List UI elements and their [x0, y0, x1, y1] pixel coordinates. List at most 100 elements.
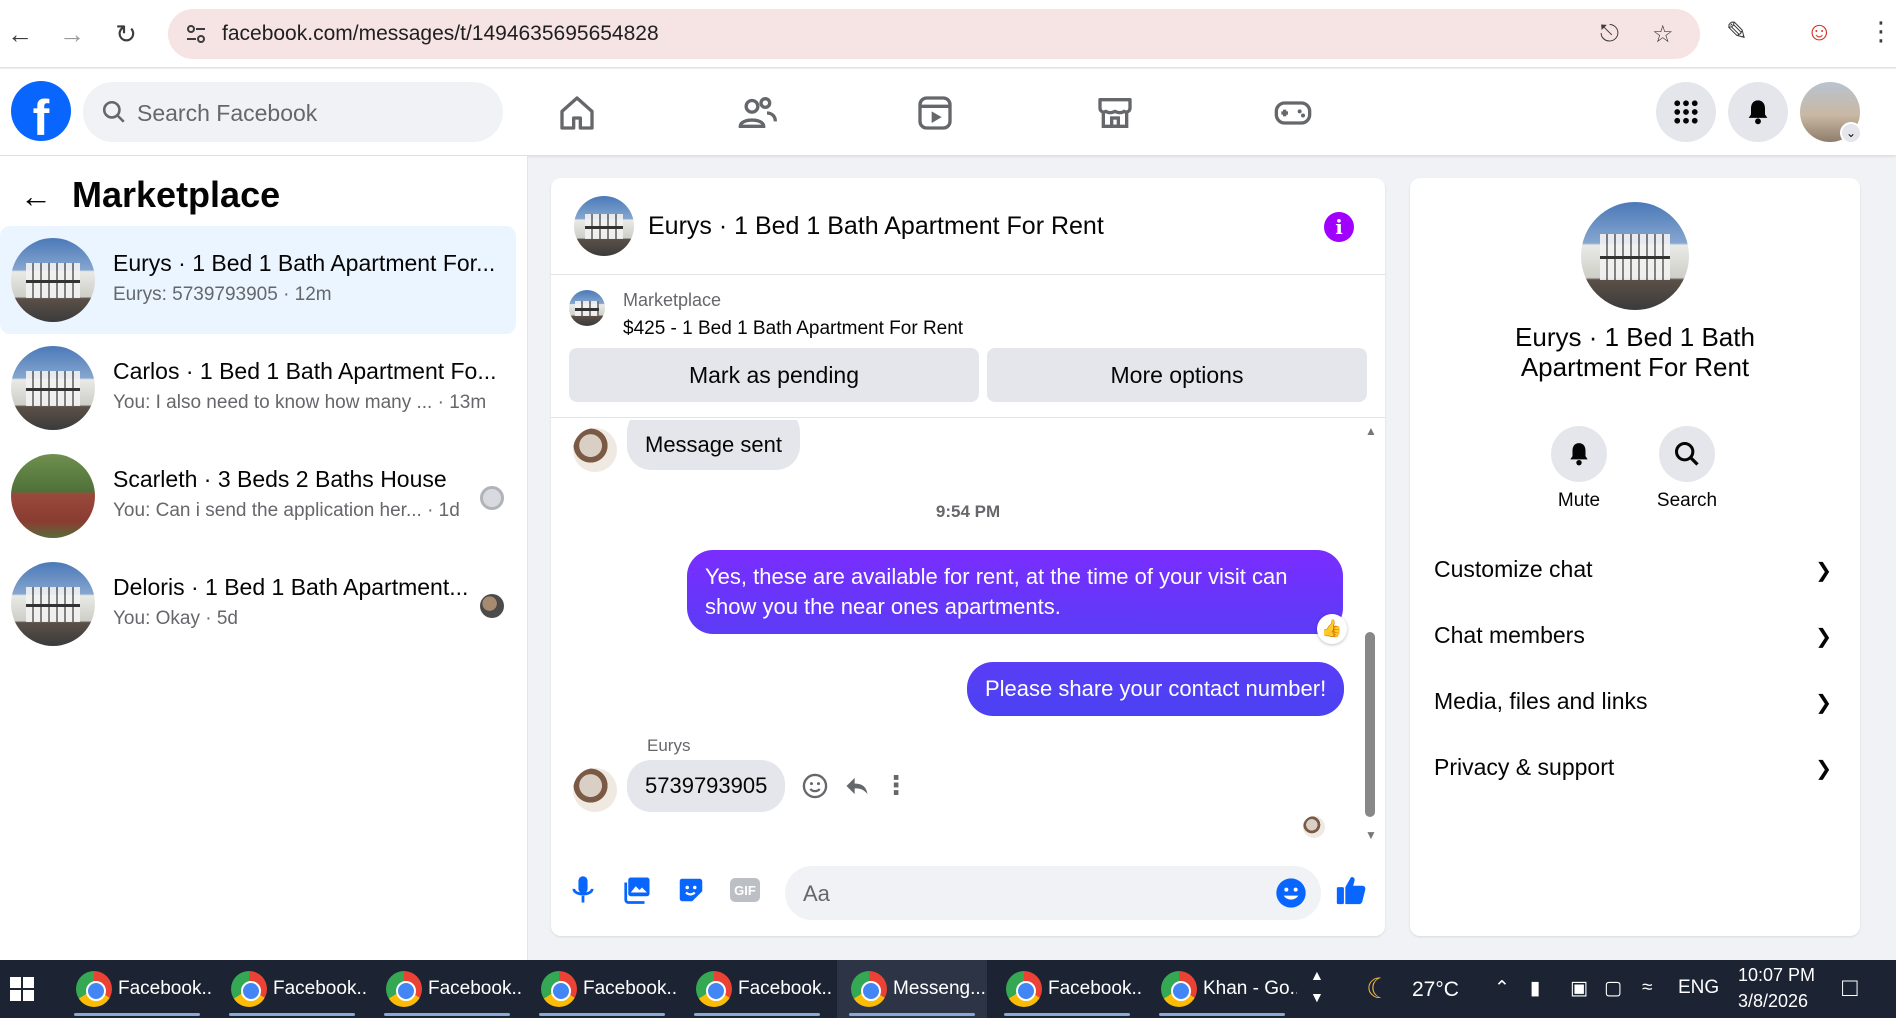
mute-button[interactable]: Mute: [1529, 426, 1629, 512]
conversation-item-deloris[interactable]: Deloris · 1 Bed 1 Bath Apartment... You:…: [0, 550, 516, 658]
back-icon[interactable]: ←: [0, 14, 40, 54]
chrome-icon: [76, 971, 112, 1007]
extensions-icon[interactable]: ✎: [1726, 16, 1748, 47]
taskbar-item-3[interactable]: Facebook...: [372, 960, 522, 1018]
taskbar-item-4[interactable]: Facebook...: [527, 960, 677, 1018]
more-actions-icon[interactable]: ⋮: [883, 770, 909, 801]
back-arrow-icon[interactable]: ←: [20, 178, 52, 215]
conversation-item-scarleth[interactable]: Scarleth · 3 Beds 2 Baths House You: Can…: [0, 442, 516, 550]
media-files-links-section[interactable]: Media, files and links ❯: [1434, 688, 1846, 728]
reload-icon[interactable]: ↻: [106, 14, 146, 54]
conversation-item-carlos[interactable]: Carlos · 1 Bed 1 Bath Apartment Fo... Yo…: [0, 334, 516, 442]
chat-title[interactable]: Eurys · 1 Bed 1 Bath Apartment For Rent: [648, 212, 1104, 241]
bookmark-star-icon[interactable]: ☆: [1652, 20, 1674, 49]
sticker-icon[interactable]: [673, 872, 709, 908]
read-receipt-avatar: [1303, 816, 1325, 838]
search-in-chat-button[interactable]: Search: [1637, 426, 1737, 512]
listing-thumbnail[interactable]: [569, 290, 605, 326]
taskbar-item-8[interactable]: Khan - Go...: [1147, 960, 1297, 1018]
language-indicator[interactable]: ENG: [1678, 977, 1719, 999]
facebook-search-input[interactable]: Search Facebook: [83, 82, 503, 142]
reply-icon[interactable]: [843, 772, 871, 800]
chat-header: Eurys · 1 Bed 1 Bath Apartment For Rent …: [551, 178, 1385, 275]
section-label: Media, files and links: [1434, 688, 1648, 714]
taskbar-item-2[interactable]: Facebook...: [217, 960, 367, 1018]
conversation-snippet: You: I also need to know how many ... · …: [113, 392, 487, 413]
facebook-logo-icon[interactable]: f: [11, 81, 71, 141]
menu-dots-icon[interactable]: ⋮: [1868, 16, 1894, 47]
taskbar-item-6[interactable]: Messeng...: [837, 960, 987, 1018]
chevron-down-icon: ❯: [1815, 560, 1832, 582]
menu-grid-icon[interactable]: [1656, 82, 1716, 142]
clock-time[interactable]: 10:07 PM: [1738, 965, 1815, 986]
mute-label: Mute: [1557, 490, 1601, 511]
account-avatar[interactable]: ⌄: [1800, 82, 1862, 144]
gaming-icon[interactable]: [1271, 91, 1315, 135]
address-bar[interactable]: facebook.com/messages/t/1494635695654828…: [168, 9, 1700, 59]
info-icon[interactable]: i: [1324, 212, 1354, 242]
url-text: facebook.com/messages/t/1494635695654828: [222, 22, 659, 45]
thumbs-up-reaction-icon[interactable]: 👍: [1317, 614, 1347, 644]
conversation-snippet: You: Can i send the application her... ·…: [113, 500, 460, 521]
scrollbar-thumb[interactable]: [1365, 632, 1375, 817]
conversation-avatar: [11, 346, 95, 430]
video-icon[interactable]: [913, 91, 957, 135]
like-thumbs-up-icon[interactable]: [1333, 872, 1369, 908]
home-icon[interactable]: [555, 91, 599, 135]
message-input-placeholder: Aa: [803, 881, 830, 906]
message-bubble-incoming: 5739793905: [627, 760, 786, 812]
display-icon[interactable]: ▢: [1604, 977, 1622, 1000]
wifi-icon[interactable]: ≈: [1642, 977, 1652, 999]
meet-icon[interactable]: ▣: [1570, 977, 1588, 1000]
site-settings-icon[interactable]: [184, 22, 208, 46]
scroll-up-arrow-icon[interactable]: ▲: [1365, 424, 1377, 438]
notification-center-icon[interactable]: □: [1842, 972, 1858, 1003]
section-label: Privacy & support: [1434, 754, 1615, 780]
seen-receipt-avatar: [480, 486, 504, 510]
notifications-bell-icon[interactable]: [1728, 82, 1788, 142]
conversation-snippet: You: Okay · 5d: [113, 608, 238, 629]
listing-price-title[interactable]: $425 - 1 Bed 1 Bath Apartment For Rent: [623, 318, 963, 340]
chat-window: Eurys · 1 Bed 1 Bath Apartment For Rent …: [551, 178, 1385, 936]
forward-icon[interactable]: →: [52, 14, 92, 54]
windows-start-icon[interactable]: [10, 977, 34, 1001]
weather-moon-icon[interactable]: ☾: [1366, 972, 1391, 1005]
more-options-button[interactable]: More options: [987, 348, 1367, 402]
message-input[interactable]: Aa: [785, 866, 1321, 920]
scroll-down-arrow-icon[interactable]: ▼: [1365, 828, 1377, 842]
mark-as-pending-button[interactable]: Mark as pending: [569, 348, 979, 402]
gif-icon[interactable]: GIF: [727, 872, 763, 908]
customize-chat-section[interactable]: Customize chat ❯: [1434, 556, 1846, 596]
conversation-name: Scarleth · 3 Beds 2 Baths House: [113, 466, 447, 492]
weather-temperature[interactable]: 27°C: [1412, 978, 1459, 1002]
chevron-down-icon: ❯: [1815, 758, 1832, 780]
react-emoji-icon[interactable]: [801, 772, 829, 800]
battery-icon[interactable]: ▮: [1530, 977, 1540, 1000]
search-label: Search: [1656, 490, 1718, 511]
chat-members-section[interactable]: Chat members ❯: [1434, 622, 1846, 662]
conversation-snippet: Eurys: 5739793905 · 12m: [113, 284, 332, 305]
chat-info-panel: Eurys · 1 Bed 1 Bath Apartment For Rent …: [1410, 178, 1860, 936]
marketplace-icon[interactable]: [1093, 91, 1137, 135]
clock-date[interactable]: 3/8/2026: [1738, 991, 1808, 1012]
taskbar-scroll-icon[interactable]: ▲ ▼: [1310, 964, 1324, 1008]
conversation-item-eurys[interactable]: Eurys · 1 Bed 1 Bath Apartment For... Eu…: [0, 226, 516, 334]
microphone-icon[interactable]: [565, 872, 601, 908]
install-app-icon[interactable]: ⎋: [1600, 20, 1619, 48]
profile-icon[interactable]: ☺: [1806, 16, 1833, 47]
emoji-picker-icon[interactable]: [1275, 877, 1307, 914]
tray-chevron-up-icon[interactable]: ⌃: [1494, 977, 1510, 1000]
chevron-down-icon: ❯: [1815, 626, 1832, 648]
taskbar-item-5[interactable]: Facebook...: [682, 960, 832, 1018]
chat-avatar[interactable]: [574, 196, 634, 256]
friends-icon[interactable]: [735, 91, 779, 135]
privacy-support-section[interactable]: Privacy & support ❯: [1434, 754, 1846, 794]
chrome-icon: [1006, 971, 1042, 1007]
panel-avatar[interactable]: [1581, 202, 1689, 310]
conversation-list-panel: ← Marketplace Eurys · 1 Bed 1 Bath Apart…: [0, 156, 528, 960]
conversation-avatar: [11, 562, 95, 646]
photo-gallery-icon[interactable]: [619, 872, 655, 908]
message-composer: GIF Aa: [551, 850, 1385, 936]
taskbar-item-1[interactable]: Facebook...: [62, 960, 212, 1018]
taskbar-item-7[interactable]: Facebook...: [992, 960, 1142, 1018]
